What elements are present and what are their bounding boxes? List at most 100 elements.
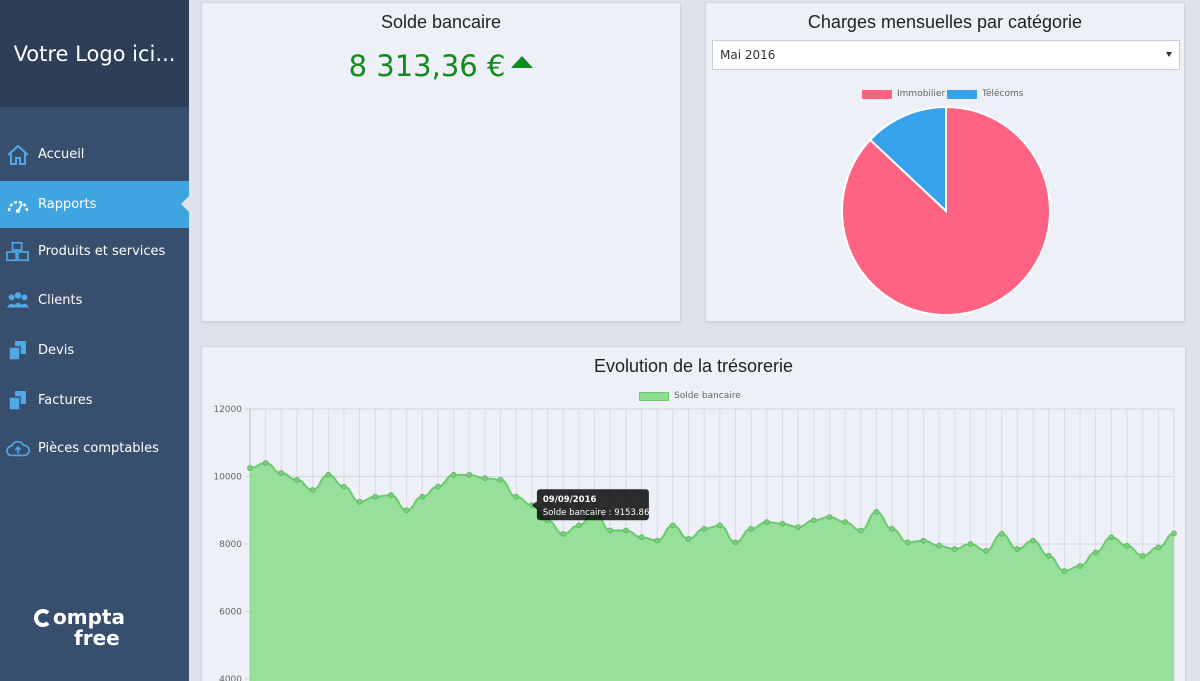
data-point[interactable] <box>466 471 473 478</box>
trend-up-icon <box>511 56 534 68</box>
data-point[interactable] <box>904 539 911 546</box>
data-point[interactable] <box>748 525 755 532</box>
data-point[interactable] <box>1155 544 1162 551</box>
data-point[interactable] <box>842 519 849 525</box>
month-select-value: Mai 2016 <box>720 48 776 62</box>
data-point[interactable] <box>779 520 786 527</box>
tooltip-text: Solde bancaire : 9153.86 <box>543 508 649 518</box>
sidebar-item-clients[interactable]: Clients <box>0 277 189 324</box>
brand-line2: free <box>74 626 120 650</box>
data-point[interactable] <box>403 507 410 514</box>
data-point[interactable] <box>983 547 989 554</box>
data-point[interactable] <box>685 536 692 542</box>
treasury-panel: Evolution de la trésorerie Solde bancair… <box>201 346 1186 681</box>
data-point[interactable] <box>795 524 802 531</box>
data-point[interactable] <box>560 530 567 537</box>
data-point[interactable] <box>716 522 723 529</box>
panel-title: Solde bancaire <box>380 12 502 32</box>
boxes-icon <box>6 240 30 264</box>
data-point[interactable] <box>1030 537 1036 544</box>
data-point[interactable] <box>732 539 739 546</box>
documents-icon <box>6 389 30 413</box>
sidebar-item-label: Accueil <box>38 147 85 162</box>
data-point[interactable] <box>826 514 833 520</box>
data-point[interactable] <box>1077 563 1083 569</box>
data-point[interactable] <box>356 498 363 505</box>
month-select[interactable]: Mai 2016 <box>712 40 1180 70</box>
sidebar-item-accueil[interactable]: Accueil <box>0 131 189 178</box>
sidebar-item-pieces[interactable]: Pièces comptables <box>0 425 189 472</box>
data-point[interactable] <box>638 534 645 541</box>
data-point[interactable] <box>294 476 300 483</box>
users-icon <box>6 289 30 313</box>
caret-down-icon <box>1166 52 1172 57</box>
sidebar-item-label: Pièces comptables <box>38 441 159 456</box>
data-point[interactable] <box>701 525 708 532</box>
sidebar-item-rapports[interactable]: Rapports <box>0 181 189 228</box>
data-point[interactable] <box>435 483 441 490</box>
data-point[interactable] <box>998 530 1005 537</box>
data-point[interactable] <box>1108 534 1115 541</box>
data-point[interactable] <box>450 471 457 478</box>
data-point[interactable] <box>309 487 316 493</box>
data-point[interactable] <box>622 527 629 534</box>
data-point[interactable] <box>372 493 379 500</box>
data-point[interactable] <box>497 476 504 483</box>
data-point[interactable] <box>513 493 520 500</box>
sidebar: Votre Logo ici... Accueil Rapports Produ… <box>0 0 189 681</box>
data-point[interactable] <box>247 465 253 471</box>
charges-panel: Charges mensuelles par catégorie Mai 201… <box>705 2 1185 322</box>
tooltip-date: 09/09/2016 <box>543 495 597 505</box>
data-point[interactable] <box>419 493 426 500</box>
data-point[interactable] <box>1045 552 1052 559</box>
data-point[interactable] <box>889 525 896 532</box>
sidebar-item-produits[interactable]: Produits et services <box>0 228 189 275</box>
data-point[interactable] <box>388 492 394 498</box>
documents-icon <box>6 339 30 363</box>
data-point[interactable] <box>763 519 770 525</box>
data-point[interactable] <box>873 509 880 515</box>
data-point[interactable] <box>920 537 927 544</box>
sidebar-item-label: Factures <box>38 393 93 408</box>
data-point[interactable] <box>1014 546 1021 552</box>
data-point[interactable] <box>936 542 942 549</box>
data-point[interactable] <box>1171 530 1177 537</box>
data-point[interactable] <box>278 470 285 477</box>
data-point[interactable] <box>341 483 347 490</box>
balance-value-row: 8 313,36 € <box>202 49 680 83</box>
brand-c-icon <box>34 608 52 627</box>
data-point[interactable] <box>951 546 958 552</box>
data-point[interactable] <box>482 475 488 482</box>
sidebar-item-factures[interactable]: Factures <box>0 377 189 424</box>
data-point[interactable] <box>1092 549 1099 556</box>
data-point[interactable] <box>1139 552 1146 559</box>
y-tick-label: 12000 <box>213 405 242 415</box>
data-point[interactable] <box>575 522 582 529</box>
sidebar-item-label: Devis <box>38 343 75 358</box>
balance-value: 8 313,36 € <box>348 49 506 83</box>
logo-area: Votre Logo ici... <box>0 0 189 107</box>
y-tick-label: 6000 <box>219 608 242 618</box>
data-point[interactable] <box>857 527 864 534</box>
data-point[interactable] <box>669 522 676 529</box>
legend-item-immobilier[interactable]: Immobilier <box>862 89 945 99</box>
logo-text: Votre Logo ici... <box>13 41 176 66</box>
data-point[interactable] <box>607 527 614 534</box>
data-point[interactable] <box>1124 542 1130 549</box>
pie-chart <box>841 105 1051 316</box>
data-point[interactable] <box>262 460 269 466</box>
data-point[interactable] <box>654 537 661 544</box>
legend-swatch <box>862 89 892 99</box>
data-point[interactable] <box>325 471 332 478</box>
legend-item-telecoms[interactable]: Télécoms <box>947 89 1023 99</box>
y-tick-label: 10000 <box>213 473 242 483</box>
data-point[interactable] <box>810 517 817 524</box>
panel-title: Charges mensuelles par catégorie <box>807 12 1083 32</box>
sidebar-item-devis[interactable]: Devis <box>0 327 189 374</box>
legend-swatch <box>947 89 977 99</box>
cloud-upload-icon <box>6 437 30 461</box>
sidebar-item-label: Produits et services <box>38 244 166 259</box>
data-point[interactable] <box>1061 568 1068 574</box>
sidebar-item-label: Rapports <box>38 197 97 212</box>
data-point[interactable] <box>967 541 974 547</box>
